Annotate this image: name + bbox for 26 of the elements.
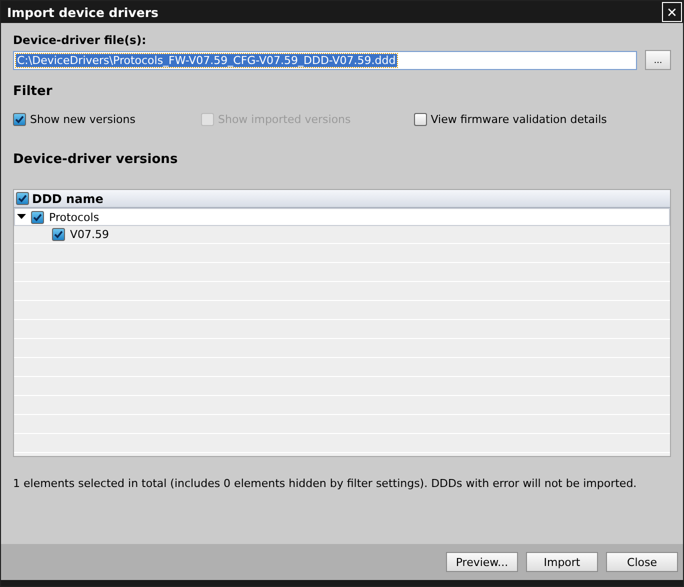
- checkbox[interactable]: [52, 228, 65, 241]
- dialog-button[interactable]: Preview...: [446, 552, 518, 572]
- tree-row[interactable]: V07.59: [14, 226, 670, 244]
- section-title: Filter: [13, 84, 54, 99]
- file-path-field[interactable]: C:\DeviceDrivers\Protocols_FW-V07.59_CFG-V07.59_DDD-V07.59.ddd: [13, 50, 637, 70]
- checkbox-label: View firmware validation details: [430, 113, 607, 126]
- summary-text: 1 elements selected in total (includes 0 elements hidden by filter settings). DDDs with error will not be imported.: [13, 477, 638, 490]
- column-header[interactable]: DDD name: [14, 190, 670, 208]
- dialog-button[interactable]: Close: [606, 552, 678, 572]
- tree-row[interactable]: Protocols: [14, 208, 670, 226]
- column-header-label: DDD name: [32, 192, 104, 206]
- expanded-icon[interactable]: [17, 212, 26, 222]
- window-title: Import device drivers: [7, 4, 158, 20]
- field-label: Device-driver file(s):: [13, 33, 148, 47]
- checkbox[interactable]: [16, 192, 29, 205]
- file-path-text: C:\DeviceDrivers\Protocols_FW-V07.59_CFG-V07.59_DDD-V07.59.ddd: [16, 54, 397, 66]
- checkbox[interactable]: [13, 113, 26, 126]
- tree-item-label: V07.59: [70, 228, 110, 241]
- tree-item-label: Protocols: [49, 210, 100, 224]
- browse-button[interactable]: ...: [645, 50, 671, 70]
- checkbox[interactable]: [414, 113, 427, 126]
- dialog-button[interactable]: Import: [526, 552, 598, 572]
- checkbox[interactable]: [31, 210, 44, 224]
- close-button[interactable]: ✕: [662, 2, 682, 22]
- checkbox-label: Show new versions: [30, 113, 136, 126]
- section-title: Device-driver versions: [13, 152, 179, 167]
